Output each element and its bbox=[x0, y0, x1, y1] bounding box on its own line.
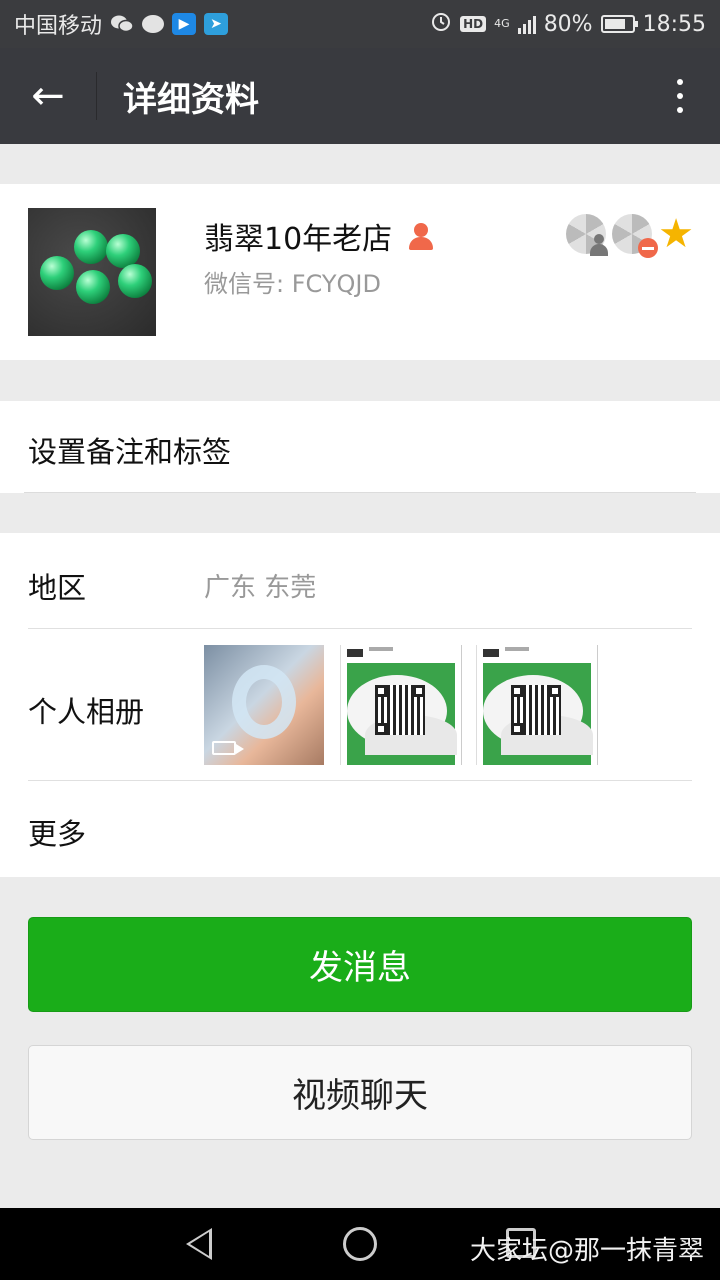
divider bbox=[28, 628, 692, 629]
more-label: 更多 bbox=[28, 817, 87, 851]
region-label: 地区 bbox=[28, 571, 87, 605]
battery-icon bbox=[600, 15, 638, 33]
video-icon bbox=[212, 741, 244, 755]
title-divider bbox=[96, 72, 97, 120]
moments-hidden-icon bbox=[566, 214, 609, 256]
network-type: 4G bbox=[494, 17, 510, 30]
avatar[interactable] bbox=[28, 208, 156, 336]
clock: 18:55 bbox=[642, 11, 706, 37]
divider bbox=[28, 780, 692, 781]
battery-fill bbox=[604, 19, 626, 29]
profile-card[interactable]: 翡翠10年老店 微信号: FCYQJD ★ bbox=[0, 184, 720, 360]
album-photo[interactable] bbox=[476, 645, 598, 765]
hd-icon: HD bbox=[460, 16, 487, 32]
nickname: 翡翠10年老店 bbox=[204, 222, 393, 257]
video-chat-button[interactable]: 视频聊天 bbox=[28, 1045, 692, 1140]
title-bar: ← 详细资料 bbox=[0, 48, 720, 144]
contact-person-icon bbox=[406, 221, 436, 251]
wechat-icon bbox=[110, 13, 134, 35]
alarm-icon bbox=[430, 10, 452, 38]
nav-back-icon[interactable] bbox=[186, 1228, 212, 1260]
back-arrow-icon: ← bbox=[31, 73, 65, 119]
send-message-button[interactable]: 发消息 bbox=[28, 917, 692, 1012]
signal-icon bbox=[517, 14, 536, 34]
status-bar: 中国移动 ▶ ➤ HD 4G 80% 18:55 bbox=[0, 0, 720, 48]
album-label: 个人相册 bbox=[28, 695, 145, 729]
divider bbox=[24, 492, 696, 493]
region-value: 广东 东莞 bbox=[204, 573, 317, 603]
message-bubble-icon bbox=[142, 15, 165, 33]
video-app-icon: ▶ bbox=[172, 13, 197, 35]
remark-tag-row[interactable]: 设置备注和标签 bbox=[0, 401, 720, 493]
nav-home-icon[interactable] bbox=[343, 1227, 377, 1261]
more-vertical-icon bbox=[677, 79, 683, 113]
album-photo[interactable] bbox=[204, 645, 324, 765]
carrier-name: 中国移动 bbox=[14, 14, 103, 39]
remark-tag-label: 设置备注和标签 bbox=[28, 435, 232, 469]
wechat-id: 微信号: FCYQJD bbox=[204, 270, 381, 298]
page-title: 详细资料 bbox=[123, 79, 259, 120]
back-button[interactable]: ← bbox=[0, 48, 96, 144]
system-nav-bar: 大家坛@那一抹青翠 bbox=[0, 1208, 720, 1280]
watermark: 大家坛@那一抹青翠 bbox=[469, 1236, 704, 1266]
info-card: 地区 广东 东莞 个人相册 更多 bbox=[0, 533, 720, 877]
battery-percent: 80% bbox=[543, 11, 593, 37]
album-photo[interactable] bbox=[340, 645, 462, 765]
star-friend-icon: ★ bbox=[658, 211, 694, 257]
moments-blocked-icon bbox=[612, 214, 659, 258]
navigation-app-icon: ➤ bbox=[204, 13, 229, 35]
more-options-button[interactable] bbox=[640, 48, 720, 144]
